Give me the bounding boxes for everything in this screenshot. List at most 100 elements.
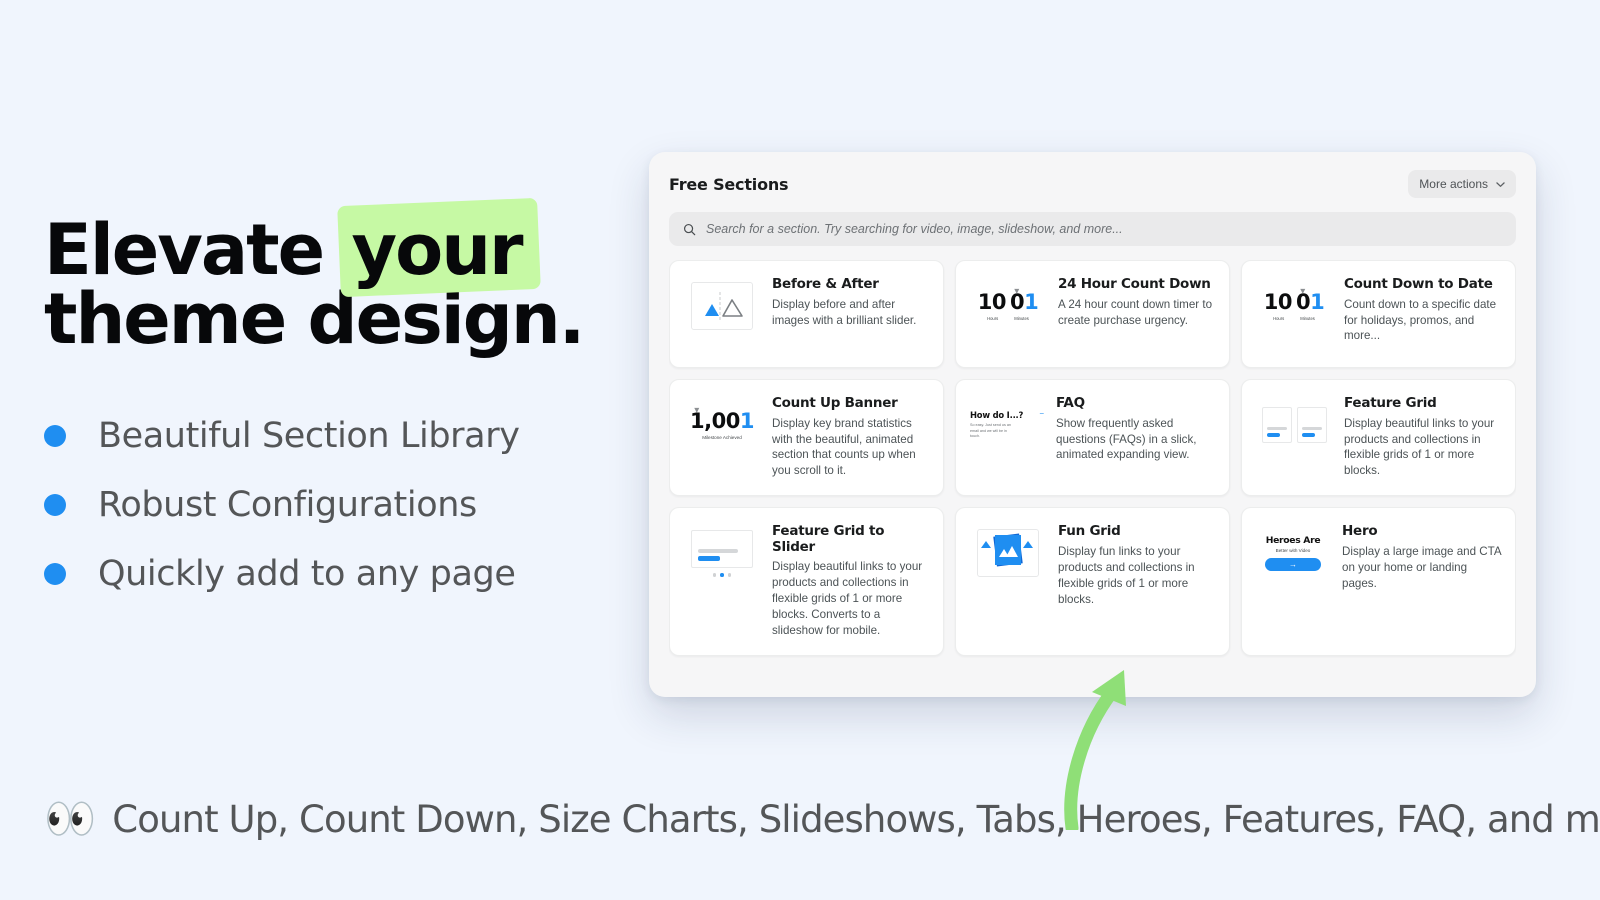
before-after-thumb: [684, 277, 760, 335]
section-card-before-after[interactable]: Before & After Display before and after …: [669, 260, 944, 368]
hero-thumb: Heroes Are Better with Video →: [1256, 524, 1330, 582]
cta-pill-icon: [1301, 433, 1315, 437]
card-body: FAQ Show frequently asked questions (FAQ…: [1056, 395, 1215, 463]
caption-text: Count Up, Count Down, Size Charts, Slide…: [112, 797, 1600, 841]
section-card-24-hour-count-down[interactable]: 10 01 ▾ Hours Minutes 24 Hour Count Down…: [955, 260, 1230, 368]
search-input[interactable]: Search for a section. Try searching for …: [669, 212, 1516, 246]
app-header: Free Sections More actions: [649, 152, 1536, 204]
headline-highlight-text: your: [351, 209, 523, 291]
card-body: Before & After Display before and after …: [772, 276, 929, 328]
carousel-dot-icon: [727, 573, 732, 577]
cta-pill-icon: [698, 556, 720, 562]
headline-part-2: theme design.: [44, 278, 585, 361]
list-item: Beautiful Section Library: [44, 418, 624, 454]
section-card-count-down-to-date[interactable]: 10 01 ▾ Hours Minutes Count Down to Date…: [1241, 260, 1516, 368]
faq-question: How do I...?: [970, 410, 1024, 421]
count-up-thumb: 1,001 ▾ Milestone Achieved: [684, 396, 760, 454]
list-item: Robust Configurations: [44, 484, 624, 525]
card-title: FAQ: [1056, 395, 1085, 411]
countdown-graphic: 10 01 ▾ Hours Minutes: [1264, 286, 1325, 321]
card-title: Count Up Banner: [772, 395, 898, 411]
placeholder-bar: [1301, 427, 1322, 430]
fun-grid-thumb: [970, 524, 1046, 582]
section-card-feature-grid[interactable]: Feature Grid Display beautiful links to …: [1241, 379, 1516, 497]
eyes-icon: 👀: [44, 795, 97, 842]
thumb-frame: [691, 282, 753, 330]
card-description: Display a large image and CTA on your ho…: [1342, 544, 1501, 590]
search-icon: [683, 223, 696, 235]
app-title: Free Sections: [669, 174, 789, 194]
section-card-hero[interactable]: Heroes Are Better with Video → Hero Disp…: [1241, 507, 1516, 657]
card-description: A 24 hour count down timer to create pur…: [1058, 297, 1213, 327]
more-actions-button[interactable]: More actions: [1408, 170, 1516, 198]
faq-thumb: How do I...? − So easy. Just send us an …: [970, 396, 1044, 454]
countdown-hours-value: 10: [977, 289, 1007, 314]
flip-top-icon: ▾: [1014, 285, 1019, 297]
card-body: Count Down to Date Count down to a speci…: [1344, 276, 1501, 344]
more-actions-label: More actions: [1419, 177, 1488, 191]
bullet-dot-icon: [44, 563, 66, 586]
section-card-feature-grid-to-slider[interactable]: Feature Grid to Slider Display beautiful…: [669, 507, 944, 657]
card-title: Feature Grid to Slider: [772, 523, 885, 555]
card-title: Hero: [1342, 523, 1378, 540]
bullet-dot-icon: [44, 425, 66, 448]
placeholder-bar: [1266, 427, 1287, 430]
slider-graphic: [691, 530, 753, 577]
flip-digit-icon: 1: [1310, 289, 1325, 314]
feature-block: [691, 530, 753, 569]
flip-digit-icon: 1: [739, 408, 755, 433]
feature-label: Robust Configurations: [98, 484, 477, 525]
card-body: Count Up Banner Display key brand statis…: [772, 395, 929, 479]
card-title: Feature Grid: [1344, 395, 1437, 411]
card-title: Fun Grid: [1058, 523, 1121, 540]
chevron-down-icon: [1496, 181, 1505, 187]
sections-list[interactable]: Before & After Display before and after …: [669, 260, 1516, 697]
placeholder-bar: [698, 549, 738, 554]
faq-answer: So easy. Just send us an email and we wi…: [970, 423, 1011, 439]
countup-sublabel: Milestone Achieved: [702, 434, 742, 440]
countdown-minutes-label: Minutes: [1014, 315, 1029, 321]
hero-thumb-title: Heroes Are: [1265, 535, 1321, 547]
cta-pill-icon: [1266, 433, 1280, 437]
countdown-hours-label: Hours: [1273, 315, 1285, 321]
flip-top-icon: ▾: [694, 404, 699, 416]
card-description: Display fun links to your products and c…: [1058, 544, 1195, 606]
card-description: Show frequently asked questions (FAQs) i…: [1056, 416, 1197, 462]
headline-highlight: your: [337, 197, 542, 298]
bullet-dot-icon: [44, 494, 66, 517]
feature-list: Beautiful Section Library Robust Configu…: [44, 418, 624, 592]
feature-grid-graphic: [1261, 407, 1327, 443]
card-body: Feature Grid to Slider Display beautiful…: [772, 524, 929, 639]
flip-digit-icon: 1: [1024, 289, 1039, 314]
thumb-frame: [977, 529, 1039, 578]
card-body: 24 Hour Count Down A 24 hour count down …: [1058, 276, 1215, 328]
countdown-labels: Hours Minutes: [978, 316, 1038, 321]
page-title: Elevate your theme design.: [44, 197, 624, 361]
card-description: Display key brand statistics with the be…: [772, 416, 916, 478]
feature-block: [1296, 407, 1327, 443]
count-down-thumb: 10 01 ▾ Hours Minutes: [970, 277, 1046, 335]
card-body: Hero Display a large image and CTA on yo…: [1342, 524, 1501, 591]
sections-grid: Before & After Display before and after …: [669, 260, 1516, 657]
fun-grid-mountains-icon: [981, 533, 1033, 567]
card-description: Display beautiful links to your products…: [772, 560, 923, 638]
section-card-fun-grid[interactable]: Fun Grid Display fun links to your produ…: [955, 507, 1230, 657]
mountains-split-icon: [705, 292, 743, 320]
countdown-minutes-flip: 01 ▾: [1296, 286, 1325, 314]
section-card-count-up-banner[interactable]: 1,001 ▾ Milestone Achieved Count Up Bann…: [669, 379, 944, 497]
faq-question-row: How do I...? −: [970, 410, 1044, 421]
card-description: Display before and after images with a b…: [772, 297, 917, 327]
countdown-labels: Hours Minutes: [1264, 316, 1324, 321]
countdown-hours-label: Hours: [987, 315, 999, 321]
arrow-right-icon: →: [1265, 558, 1321, 572]
feature-grid-thumb: [1256, 396, 1332, 454]
search-placeholder: Search for a section. Try searching for …: [706, 222, 1123, 236]
countdown-minutes-flip: 01 ▾: [1010, 286, 1039, 314]
bottom-caption: 👀 Count Up, Count Down, Size Charts, Sli…: [44, 798, 1600, 840]
card-title: 24 Hour Count Down: [1058, 276, 1211, 292]
card-title: Before & After: [772, 276, 879, 292]
hero-graphic: Heroes Are Better with Video →: [1265, 535, 1321, 572]
section-card-faq[interactable]: How do I...? − So easy. Just send us an …: [955, 379, 1230, 497]
countdown-minutes-label: Minutes: [1300, 315, 1315, 321]
flip-top-icon: ▾: [1300, 285, 1305, 297]
